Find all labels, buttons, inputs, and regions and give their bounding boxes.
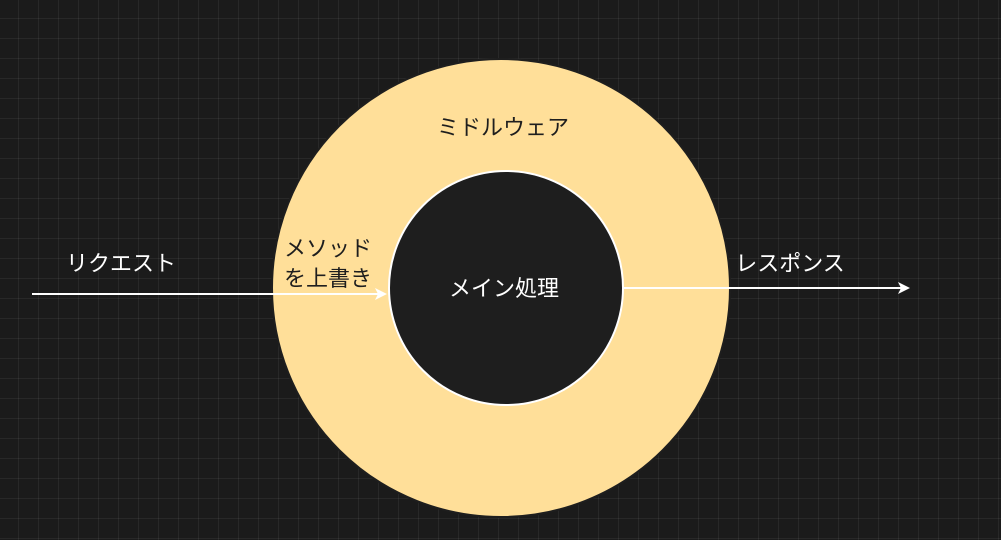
main-process-label: メイン処理 [449, 277, 559, 302]
request-label: リクエスト [66, 252, 176, 277]
response-label: レスポンス [735, 252, 845, 277]
override-method-label-line2: を上書き [284, 267, 372, 292]
middleware-diagram: ミドルウェア メイン処理 リクエスト メソッド を上書き レスポンス [32, 58, 910, 518]
diagram-canvas: ミドルウェア メイン処理 リクエスト メソッド を上書き レスポンス [0, 0, 1001, 540]
middleware-label: ミドルウェア [437, 116, 569, 141]
override-method-label-line1: メソッド [284, 237, 372, 262]
